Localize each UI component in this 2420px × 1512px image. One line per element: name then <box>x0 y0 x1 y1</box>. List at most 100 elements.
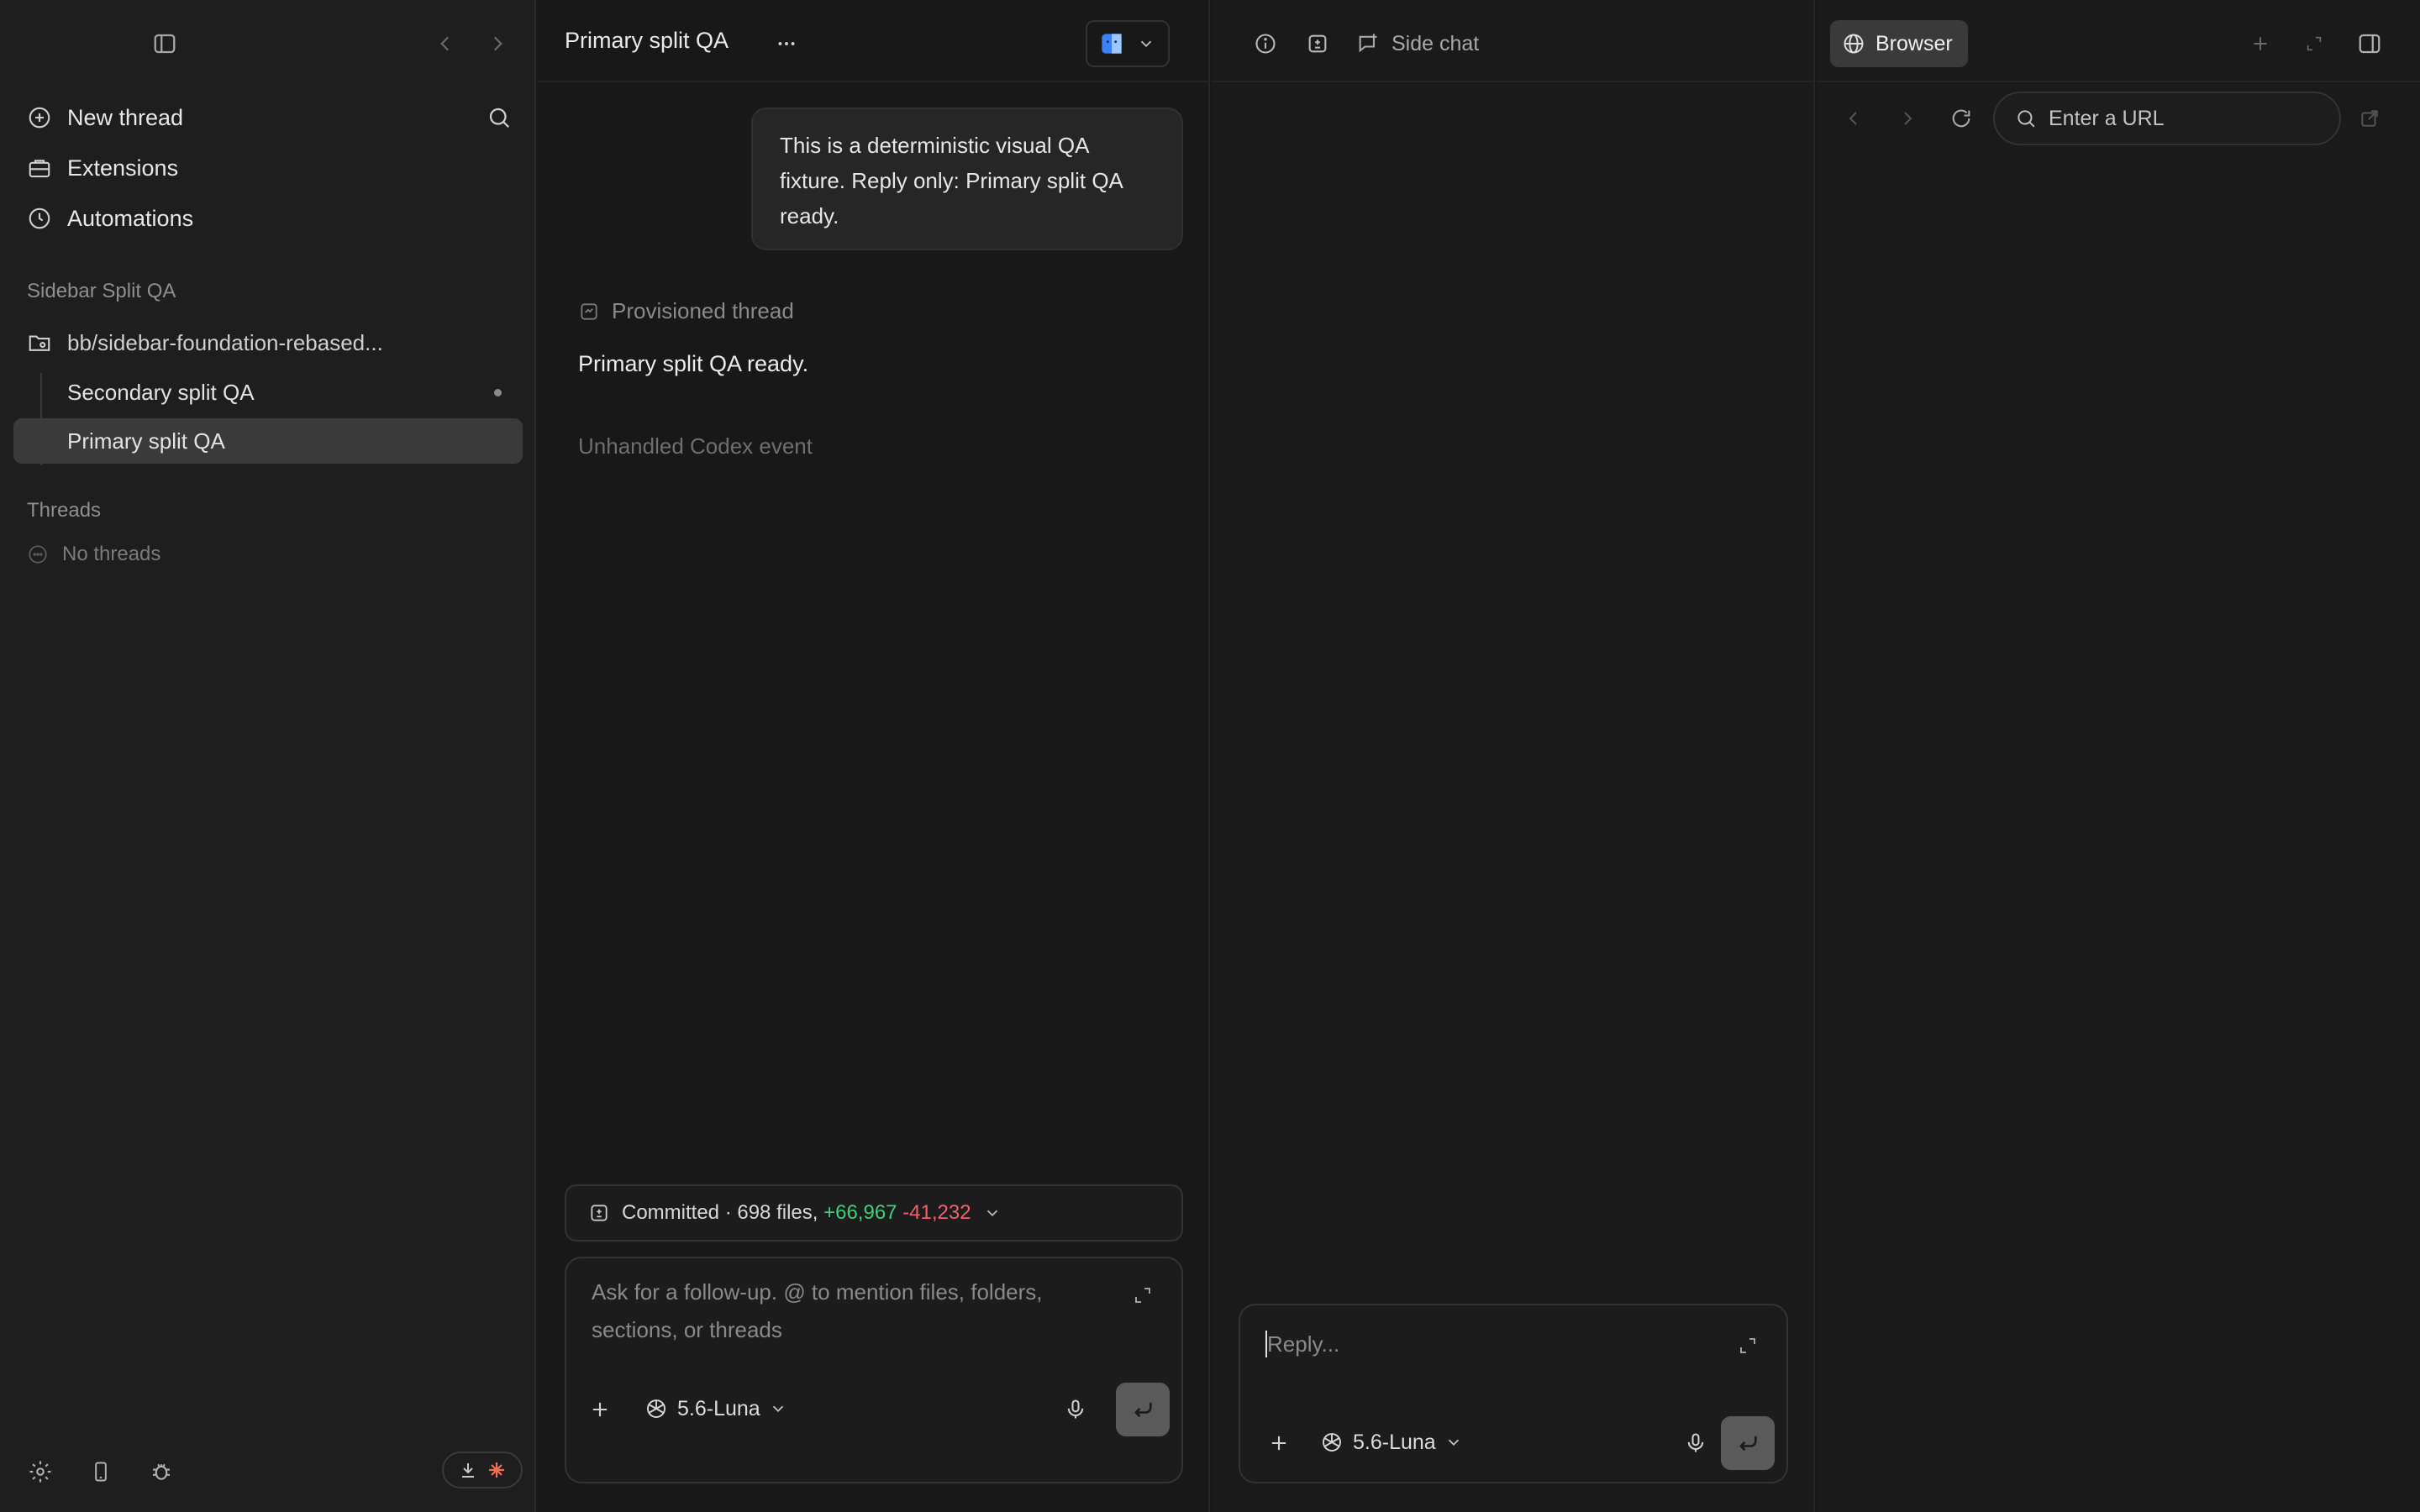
send-button[interactable] <box>1116 1383 1170 1436</box>
voice-input-button[interactable] <box>1055 1389 1096 1430</box>
side-composer-input[interactable]: Reply... <box>1267 1326 1339 1363</box>
branch-label: bb/sidebar-foundation-rebased... <box>67 329 383 355</box>
new-thread-button[interactable]: New thread <box>13 94 523 141</box>
sparkle-icon <box>489 1462 504 1478</box>
composer-input[interactable]: Ask for a follow-up. @ to mention files,… <box>592 1273 1096 1349</box>
open-in-app-selector[interactable] <box>1086 20 1170 67</box>
download-icon <box>462 1463 474 1478</box>
url-input[interactable] <box>2049 106 2317 131</box>
expand-icon <box>1135 1288 1150 1303</box>
branch-row[interactable]: bb/sidebar-foundation-rebased... <box>13 319 523 366</box>
thread-label: Primary split QA <box>67 428 225 454</box>
url-bar[interactable] <box>1993 92 2341 145</box>
chevron-down-icon <box>1140 40 1152 48</box>
send-arrow-icon <box>1134 1402 1152 1418</box>
send-button[interactable] <box>1721 1416 1775 1470</box>
forward-button[interactable] <box>477 24 518 64</box>
extensions-label: Extensions <box>67 155 179 181</box>
extensions-button[interactable]: Extensions <box>13 144 523 192</box>
side-chat-tab[interactable]: Side chat <box>1356 27 1479 60</box>
finder-icon <box>1102 34 1122 54</box>
model-selector[interactable]: 5.6-Luna <box>644 1396 787 1421</box>
unhandled-event: Unhandled Codex event <box>578 433 813 459</box>
chevron-right-icon <box>493 36 502 51</box>
sidebar-right-icon <box>2359 34 2381 54</box>
project-section-label: Sidebar Split QA <box>27 280 176 302</box>
new-thread-label: New thread <box>67 104 184 130</box>
no-threads-label: No threads <box>62 543 161 565</box>
chevron-left-icon <box>1849 112 1857 125</box>
new-tab-button[interactable] <box>2240 24 2281 64</box>
briefcase-icon <box>29 160 50 178</box>
pop-out-button[interactable] <box>2294 24 2334 64</box>
update-button[interactable] <box>442 1452 523 1488</box>
chat-pane: Primary split QA This is a deterministic… <box>538 0 1210 1512</box>
header-divider <box>538 81 1208 82</box>
browser-back-button[interactable] <box>1833 98 1874 139</box>
attach-button[interactable] <box>580 1389 620 1430</box>
chevron-down-icon <box>772 1405 783 1413</box>
bug-icon <box>153 1463 170 1480</box>
toggle-sidebar-button[interactable] <box>145 24 185 64</box>
search-icon <box>489 108 510 129</box>
plus-icon <box>2254 37 2267 50</box>
chevron-right-icon <box>1904 112 1912 125</box>
chat-bubble-icon <box>29 545 47 564</box>
settings-button[interactable] <box>20 1452 60 1492</box>
attach-button[interactable] <box>1259 1423 1299 1463</box>
commit-text: Committed · 698 files, +66,967 -41,232 <box>622 1201 971 1225</box>
external-link-icon <box>2361 110 2378 127</box>
plus-icon <box>1271 1436 1286 1451</box>
provisioned-thread-row: Provisioned thread <box>578 298 794 324</box>
diff-icon <box>1308 34 1327 53</box>
thread-label: Secondary split QA <box>67 379 255 405</box>
toggle-panel-button[interactable] <box>2349 24 2390 64</box>
header-divider <box>1212 81 1813 82</box>
reload-button[interactable] <box>1941 98 1981 139</box>
chat-plus-icon <box>1359 34 1377 53</box>
info-icon <box>1255 34 1276 54</box>
diff-view-button[interactable] <box>1297 24 1338 64</box>
unread-dot <box>494 389 502 396</box>
assistant-reply: Primary split QA ready. <box>578 351 809 376</box>
sidebar-thread-secondary[interactable]: Secondary split QA <box>13 370 523 415</box>
model-selector[interactable]: 5.6-Luna <box>1319 1430 1463 1455</box>
commit-prefix: Committed · 698 files, <box>622 1201 818 1224</box>
model-label: 5.6-Luna <box>677 1396 760 1420</box>
voice-input-button[interactable] <box>1676 1423 1716 1463</box>
expand-icon <box>2307 36 2322 51</box>
browser-forward-button[interactable] <box>1887 98 1928 139</box>
globe-icon <box>1844 34 1864 54</box>
plus-circle-icon <box>29 107 50 129</box>
threads-section-label: Threads <box>27 499 102 522</box>
automations-label: Automations <box>67 205 194 231</box>
search-icon <box>2018 110 2035 128</box>
info-button[interactable] <box>1245 24 1286 64</box>
automations-button[interactable]: Automations <box>13 195 523 242</box>
diff-icon <box>591 1205 608 1221</box>
clock-icon <box>29 207 50 229</box>
openai-logo-icon <box>647 1399 666 1418</box>
expand-icon <box>1740 1338 1755 1353</box>
commit-summary[interactable]: Committed · 698 files, +66,967 -41,232 <box>565 1184 1183 1242</box>
browser-tab[interactable]: Browser <box>1830 20 1968 67</box>
microphone-icon <box>1067 1399 1084 1419</box>
mobile-button[interactable] <box>81 1452 121 1492</box>
expand-composer-button[interactable] <box>1731 1329 1765 1362</box>
back-button[interactable] <box>425 24 466 64</box>
search-button[interactable] <box>479 97 519 138</box>
commit-deletions: -41,232 <box>902 1201 971 1224</box>
debug-button[interactable] <box>141 1452 182 1492</box>
expand-composer-button[interactable] <box>1126 1278 1160 1312</box>
side-chat-pane: Side chat Reply... 5.6-Luna <box>1212 0 1815 1512</box>
more-horizontal-icon <box>778 42 795 45</box>
side-chat-label: Side chat <box>1392 31 1480 55</box>
sidebar: New thread Extensions Automations Sideba… <box>0 0 536 1512</box>
no-threads-row: No threads <box>27 543 160 566</box>
microphone-icon <box>1687 1433 1704 1452</box>
sidebar-thread-primary[interactable]: Primary split QA <box>13 418 523 464</box>
thread-menu-button[interactable] <box>766 24 807 64</box>
open-external-button[interactable] <box>2349 98 2390 139</box>
openai-logo-icon <box>1323 1433 1341 1452</box>
chevron-down-icon <box>1448 1439 1459 1446</box>
